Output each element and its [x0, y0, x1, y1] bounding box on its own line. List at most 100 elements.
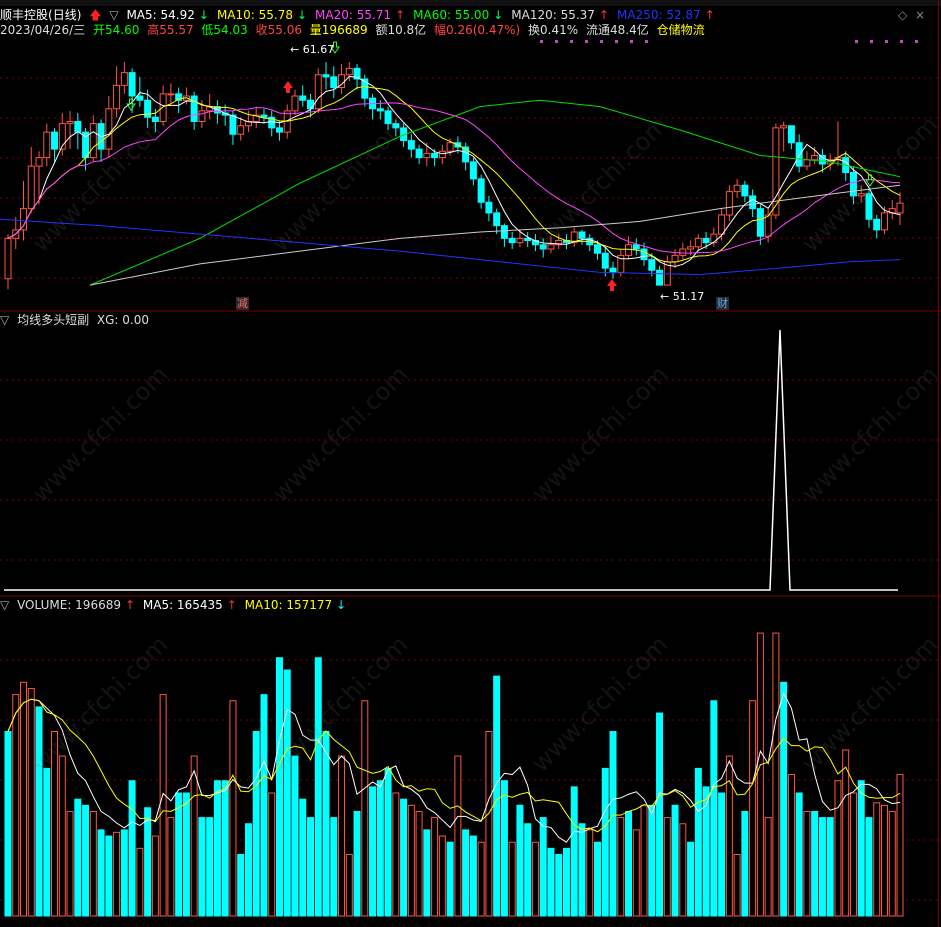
volume-bar	[400, 798, 408, 917]
signal-dot	[855, 40, 858, 43]
candle-body	[803, 159, 811, 167]
volume-bar	[20, 681, 28, 917]
candle-body	[120, 72, 128, 86]
candle-body	[485, 201, 493, 214]
indicator-xg: XG: 0.00	[96, 313, 150, 327]
candle-body	[516, 237, 524, 244]
volume-bar	[159, 694, 167, 917]
candle-body	[873, 218, 881, 231]
volume-bar	[182, 792, 190, 917]
volume-bar	[477, 841, 485, 917]
candle-body	[640, 248, 648, 261]
candle-body	[260, 114, 268, 118]
dropdown-icon[interactable]: ▽	[0, 313, 9, 327]
indicator-title[interactable]: 均线多头短副	[17, 313, 89, 327]
volume-bar	[97, 829, 105, 917]
volume-bar	[749, 700, 757, 917]
indicator-header: ▽ 均线多头短副 XG: 0.00	[0, 313, 153, 327]
volume-bar	[338, 755, 346, 917]
candle-body	[687, 246, 695, 250]
volume-bar	[431, 817, 439, 917]
volume-ma10: MA10: 157177	[244, 598, 333, 612]
volume-bar	[268, 792, 276, 917]
volume-bar	[392, 792, 400, 917]
volume-bar	[167, 817, 175, 917]
volume-bar	[4, 731, 12, 917]
signal-dot	[600, 40, 603, 43]
volume-bar	[601, 767, 609, 917]
candle-body	[229, 114, 237, 135]
candle-body	[89, 123, 97, 159]
volume-bar	[764, 817, 772, 917]
volume-bar	[376, 780, 384, 917]
volume-bar	[369, 786, 377, 917]
volume-bar	[462, 829, 470, 917]
volume-bar	[873, 802, 881, 917]
candle-body	[477, 178, 485, 203]
signal-dot	[615, 40, 618, 43]
candle-body	[275, 127, 283, 133]
volume-bar	[415, 810, 423, 917]
volume-bar	[493, 675, 501, 917]
volume-bar	[865, 817, 873, 917]
up-arrow-icon: ↑	[124, 598, 136, 612]
signal-dot	[915, 40, 918, 43]
event-marker-finance[interactable]: 财	[716, 297, 729, 310]
volume-bar	[609, 731, 617, 917]
xg-indicator-line	[4, 329, 898, 591]
candle-body	[593, 244, 601, 254]
candle-body	[578, 231, 586, 239]
signal-dot	[870, 40, 873, 43]
volume-bar	[485, 731, 493, 917]
candle-body	[423, 152, 431, 159]
volume-bar	[578, 823, 586, 917]
volume-bar	[516, 804, 524, 917]
candle-body	[741, 184, 749, 197]
candle-body	[508, 237, 516, 244]
candle-body	[718, 214, 726, 235]
volume-bar	[353, 810, 361, 917]
candle-body	[27, 165, 35, 210]
volume-bar	[663, 817, 671, 917]
candle-body	[609, 267, 617, 273]
candle-body	[632, 244, 640, 250]
candle-body	[330, 76, 338, 88]
volume-bar	[82, 804, 90, 917]
volume-bar	[291, 755, 299, 917]
volume-bar	[593, 841, 601, 917]
volume-bar	[857, 780, 865, 917]
signal-dot	[555, 40, 558, 43]
candle-body	[345, 67, 353, 76]
volume-bar	[190, 755, 198, 917]
candle-body	[648, 259, 656, 271]
volume-bar	[640, 804, 648, 917]
signal-dot	[540, 40, 543, 43]
volume-bar	[136, 847, 144, 917]
candle-body	[493, 212, 501, 227]
candle-body	[500, 225, 508, 239]
volume-bar	[89, 810, 97, 917]
volume-ma5: MA5: 165435	[142, 598, 223, 612]
event-marker-reduce[interactable]: 减	[236, 297, 249, 310]
candle-body	[702, 237, 710, 244]
volume-bar	[710, 700, 718, 917]
volume-bar	[330, 817, 338, 917]
volume-bar	[508, 841, 516, 917]
volume-bar	[656, 712, 664, 917]
volume-bar	[175, 792, 183, 917]
volume-bar	[361, 700, 369, 917]
candle-body	[601, 252, 609, 269]
volume-bar	[756, 632, 764, 917]
dropdown-icon[interactable]: ▽	[0, 598, 9, 612]
volume-bar	[570, 786, 578, 917]
volume-bar	[524, 823, 532, 917]
candle-body	[314, 74, 322, 110]
volume-bar	[206, 817, 214, 917]
volume-bar	[423, 829, 431, 917]
candle-body	[51, 131, 59, 150]
signal-dot	[885, 40, 888, 43]
volume-bar	[27, 687, 35, 917]
candle-body	[469, 161, 477, 180]
volume-bar	[733, 854, 741, 917]
up-arrow-icon: ↑	[226, 598, 237, 612]
